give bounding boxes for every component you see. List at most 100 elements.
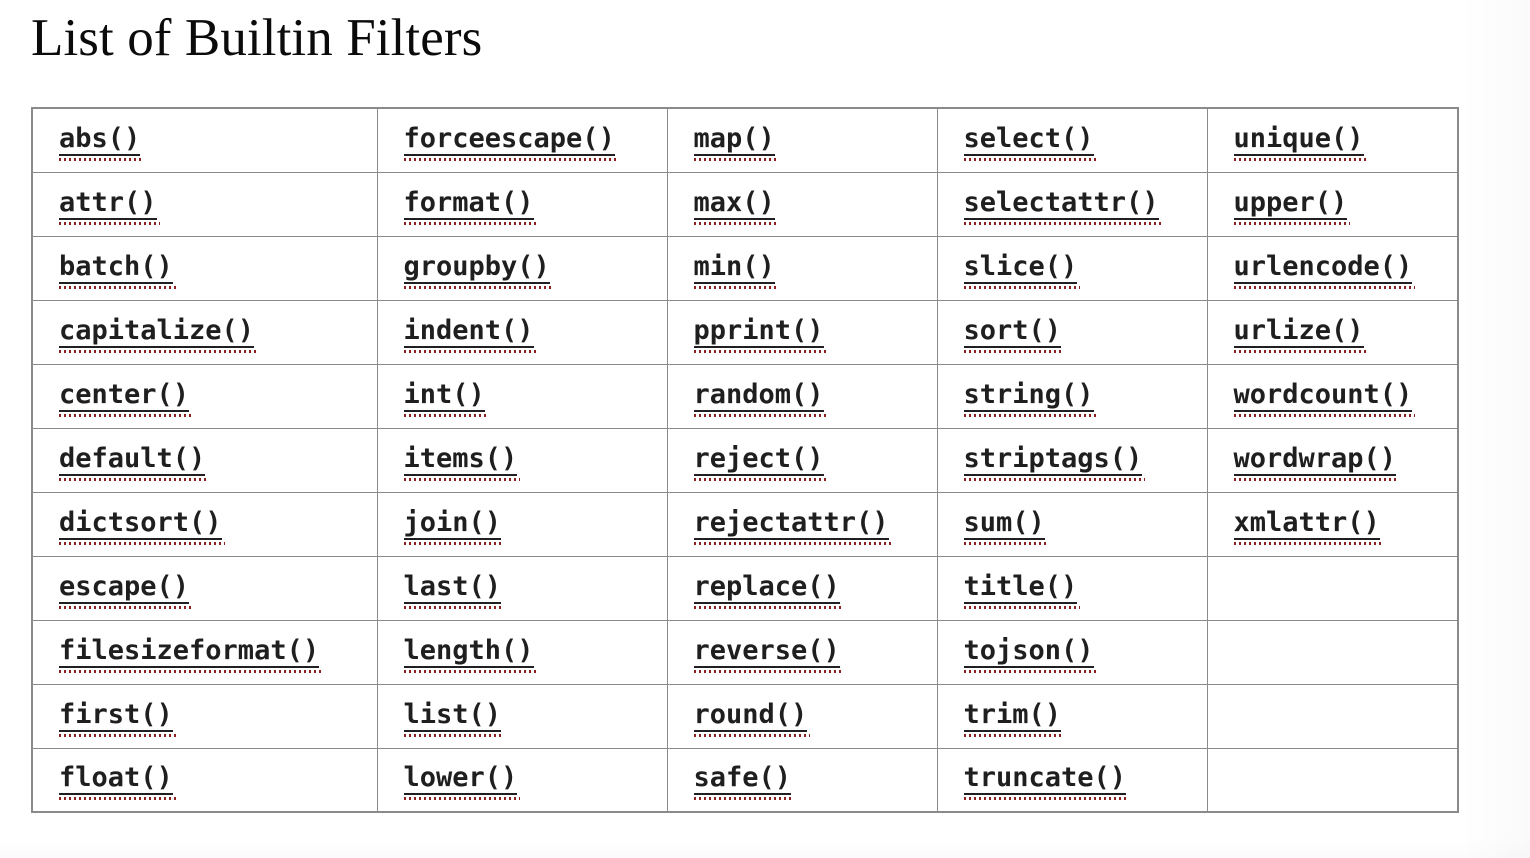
table-row: dictsort() join() rejectattr() sum() xmlattr… bbox=[31, 491, 1459, 557]
filter-cell: rejectattr() bbox=[666, 491, 938, 557]
filter-link-batch[interactable]: batch() bbox=[59, 253, 176, 289]
page-root: List of Builtin Filters abs() forceescape… bbox=[0, 0, 1530, 858]
table-row: abs() forceescape() map() select() unique() bbox=[31, 107, 1459, 173]
filter-link-wordwrap[interactable]: wordwrap() bbox=[1233, 445, 1399, 481]
table-row: attr() format() max() selectattr() upper() bbox=[31, 171, 1459, 237]
page-bottom-edge-shade bbox=[0, 836, 1530, 858]
page-title: List of Builtin Filters bbox=[31, 9, 483, 67]
filter-link-urlize[interactable]: urlize() bbox=[1233, 317, 1367, 353]
filter-cell: float() bbox=[31, 747, 378, 813]
filter-cell: indent() bbox=[376, 299, 668, 365]
filter-cell: reverse() bbox=[666, 619, 938, 685]
filter-link-capitalize[interactable]: capitalize() bbox=[59, 317, 258, 353]
filter-link-sum[interactable]: sum() bbox=[963, 509, 1049, 545]
filter-cell: trim() bbox=[936, 683, 1208, 749]
filter-cell: lower() bbox=[376, 747, 668, 813]
filter-link-upper[interactable]: upper() bbox=[1233, 189, 1351, 225]
filter-cell: select() bbox=[936, 107, 1208, 173]
filter-link-groupby[interactable]: groupby() bbox=[403, 253, 554, 289]
filter-cell: urlize() bbox=[1206, 299, 1459, 365]
filter-cell-empty bbox=[1206, 747, 1459, 813]
filter-link-max[interactable]: max() bbox=[693, 189, 779, 225]
filter-link-join[interactable]: join() bbox=[403, 509, 504, 545]
filter-cell: xmlattr() bbox=[1206, 491, 1459, 557]
filter-link-default[interactable]: default() bbox=[59, 445, 209, 481]
filter-link-length[interactable]: length() bbox=[403, 637, 537, 673]
filter-cell: string() bbox=[936, 363, 1208, 429]
filter-link-sort[interactable]: sort() bbox=[963, 317, 1064, 353]
filter-link-indent[interactable]: indent() bbox=[403, 317, 537, 353]
filter-cell: pprint() bbox=[666, 299, 938, 365]
filter-link-first[interactable]: first() bbox=[59, 701, 176, 737]
filter-cell: wordcount() bbox=[1206, 363, 1459, 429]
filter-link-format[interactable]: format() bbox=[403, 189, 537, 225]
filter-link-truncate[interactable]: truncate() bbox=[963, 764, 1129, 801]
filter-link-rejectattr[interactable]: rejectattr() bbox=[693, 509, 892, 545]
filter-link-random[interactable]: random() bbox=[693, 381, 827, 417]
filter-cell: dictsort() bbox=[31, 491, 378, 557]
filter-link-safe[interactable]: safe() bbox=[693, 764, 794, 801]
filter-cell: default() bbox=[31, 427, 378, 493]
filter-cell: first() bbox=[31, 683, 378, 749]
filter-cell: max() bbox=[666, 171, 938, 237]
filter-link-striptags[interactable]: striptags() bbox=[963, 445, 1146, 481]
filter-cell: filesizeformat() bbox=[31, 619, 378, 685]
filter-link-reverse[interactable]: reverse() bbox=[693, 637, 844, 673]
filter-link-last[interactable]: last() bbox=[403, 573, 504, 609]
filter-link-attr[interactable]: attr() bbox=[59, 189, 160, 225]
builtin-filters-table: abs() forceescape() map() select() unique() a… bbox=[31, 107, 1459, 813]
filter-link-replace[interactable]: replace() bbox=[693, 573, 844, 609]
filter-link-items[interactable]: items() bbox=[403, 445, 521, 481]
table-row: batch() groupby() min() slice() urlencode() bbox=[31, 235, 1459, 301]
filter-link-forceescape[interactable]: forceescape() bbox=[403, 125, 619, 161]
filter-cell: upper() bbox=[1206, 171, 1459, 237]
filter-cell: center() bbox=[31, 363, 378, 429]
filter-link-escape[interactable]: escape() bbox=[59, 573, 193, 609]
filter-link-map[interactable]: map() bbox=[693, 125, 779, 161]
filter-cell: reject() bbox=[666, 427, 938, 493]
filter-cell-empty bbox=[1206, 619, 1459, 685]
filter-link-round[interactable]: round() bbox=[693, 701, 811, 737]
filter-cell: striptags() bbox=[936, 427, 1208, 493]
table-row: center() int() random() string() wordcount() bbox=[31, 363, 1459, 429]
filter-cell: forceescape() bbox=[376, 107, 668, 173]
filter-cell: escape() bbox=[31, 555, 378, 621]
table-row: first() list() round() trim() bbox=[31, 683, 1459, 749]
filter-link-min[interactable]: min() bbox=[693, 253, 779, 289]
filter-link-reject[interactable]: reject() bbox=[693, 445, 827, 481]
filter-link-dictsort[interactable]: dictsort() bbox=[59, 509, 225, 545]
table-row: escape() last() replace() title() bbox=[31, 555, 1459, 621]
filter-link-selectattr[interactable]: selectattr() bbox=[963, 189, 1162, 225]
filter-cell: length() bbox=[376, 619, 668, 685]
filter-link-unique[interactable]: unique() bbox=[1233, 125, 1367, 161]
filter-cell: abs() bbox=[31, 107, 378, 173]
filter-cell: tojson() bbox=[936, 619, 1208, 685]
filter-cell: items() bbox=[376, 427, 668, 493]
filter-link-trim[interactable]: trim() bbox=[963, 701, 1064, 737]
filter-link-lower[interactable]: lower() bbox=[403, 764, 521, 801]
filter-link-wordcount[interactable]: wordcount() bbox=[1233, 381, 1416, 417]
filter-link-title[interactable]: title() bbox=[963, 573, 1081, 609]
filter-cell: int() bbox=[376, 363, 668, 429]
filter-cell: attr() bbox=[31, 171, 378, 237]
filter-link-abs[interactable]: abs() bbox=[59, 125, 144, 161]
filter-cell: groupby() bbox=[376, 235, 668, 301]
filter-link-select[interactable]: select() bbox=[963, 125, 1097, 161]
filter-link-urlencode[interactable]: urlencode() bbox=[1233, 253, 1416, 289]
filter-link-pprint[interactable]: pprint() bbox=[693, 317, 827, 353]
filter-link-xmlattr[interactable]: xmlattr() bbox=[1233, 509, 1384, 545]
filter-link-int[interactable]: int() bbox=[403, 381, 489, 417]
filter-link-filesizeformat[interactable]: filesizeformat() bbox=[59, 637, 323, 673]
filter-link-slice[interactable]: slice() bbox=[963, 253, 1081, 289]
filter-cell: format() bbox=[376, 171, 668, 237]
table-row: default() items() reject() striptags() wordw… bbox=[31, 427, 1459, 493]
filter-link-center[interactable]: center() bbox=[59, 381, 193, 417]
filter-link-float[interactable]: float() bbox=[59, 764, 176, 801]
filter-cell: safe() bbox=[666, 747, 938, 813]
filter-link-list[interactable]: list() bbox=[403, 701, 504, 737]
filter-link-tojson[interactable]: tojson() bbox=[963, 637, 1097, 673]
filter-cell: min() bbox=[666, 235, 938, 301]
filter-cell: title() bbox=[936, 555, 1208, 621]
filter-cell: slice() bbox=[936, 235, 1208, 301]
filter-link-string[interactable]: string() bbox=[963, 381, 1097, 417]
